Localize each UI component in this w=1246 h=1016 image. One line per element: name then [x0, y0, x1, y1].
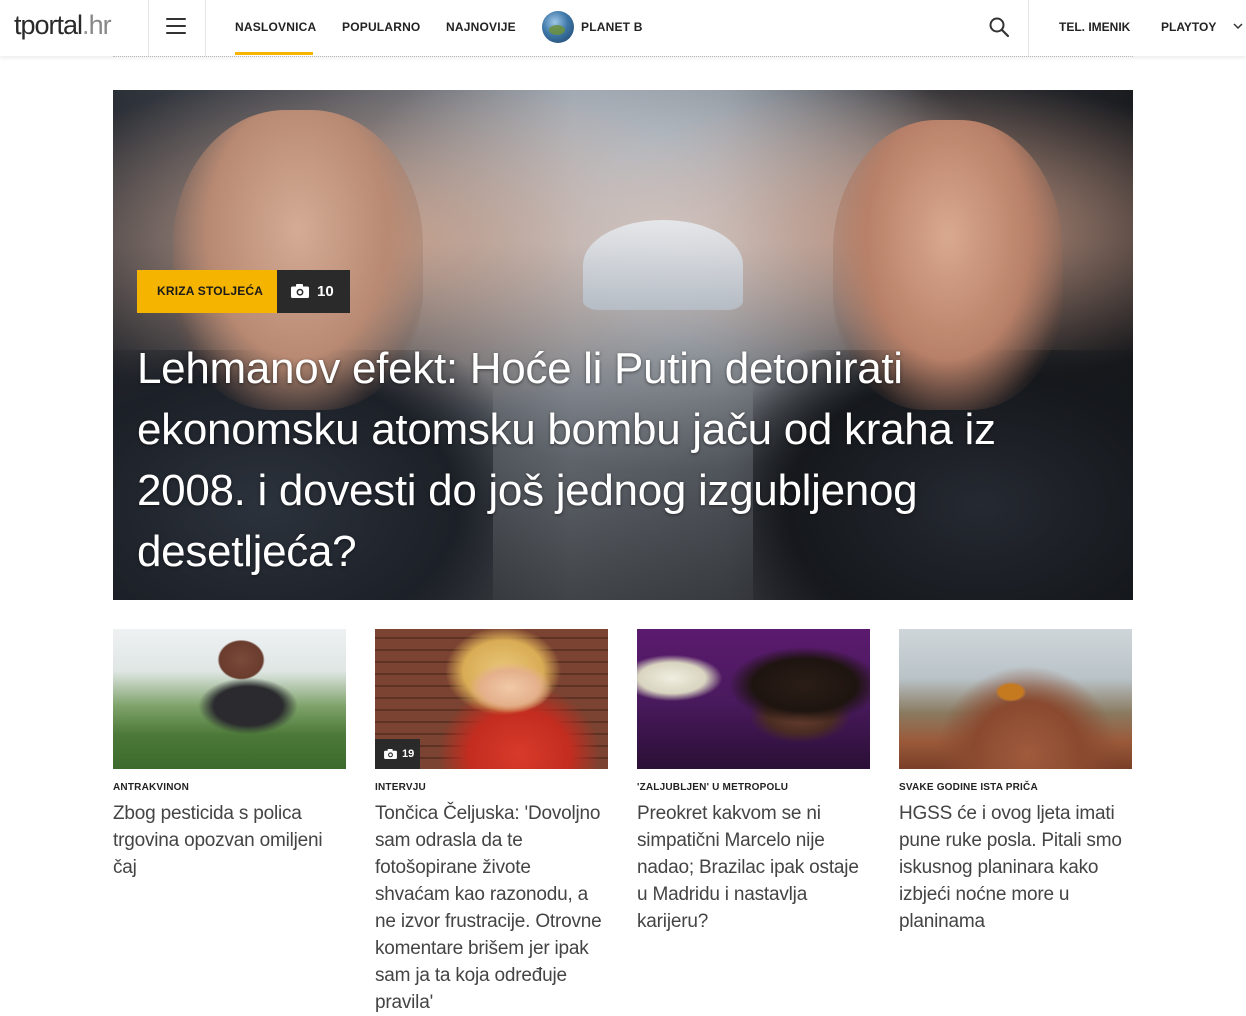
header-divider	[148, 0, 149, 56]
search-icon[interactable]	[988, 16, 1010, 38]
article-gallery-count: 19	[402, 748, 415, 760]
article-category[interactable]: INTERVJU	[375, 782, 608, 793]
nav-item-najnovije[interactable]: NAJNOVIJE	[446, 20, 516, 34]
nav-item-playtoy[interactable]: PLAYTOY	[1161, 20, 1216, 34]
header-divider	[1028, 0, 1029, 56]
article-card: ANTRAKVINON Zbog pesticida s polica trgo…	[113, 629, 346, 881]
header-divider	[205, 0, 206, 56]
chevron-down-icon[interactable]	[1232, 20, 1244, 32]
hero-image-part	[583, 220, 743, 310]
nav-item-popularno[interactable]: POPULARNO	[342, 20, 420, 34]
article-category[interactable]: ANTRAKVINON	[113, 782, 346, 793]
hero-article[interactable]: KRIZA STOLJEĆA 10 Lehmanov efekt: Hoće l…	[113, 90, 1133, 600]
nav-active-indicator	[235, 52, 313, 55]
article-card: 19 INTERVJU Tončica Čeljuska: 'Dovoljno …	[375, 629, 608, 1016]
article-thumbnail[interactable]	[899, 629, 1132, 769]
article-title[interactable]: Preokret kakvom se ni simpatični Marcelo…	[637, 800, 870, 935]
header-dotted-divider	[113, 56, 1133, 57]
hamburger-menu-icon[interactable]	[166, 18, 186, 34]
hero-category-badge[interactable]: KRIZA STOLJEĆA	[137, 270, 284, 313]
camera-icon	[291, 284, 309, 298]
article-card: 'ZALJUBLJEN' U METROPOLU Preokret kakvom…	[637, 629, 870, 935]
logo-main: tportal	[14, 10, 83, 40]
globe-icon[interactable]	[542, 11, 574, 43]
logo-tld: hr	[88, 10, 112, 40]
article-thumbnail[interactable]	[113, 629, 346, 769]
article-title[interactable]: Tončica Čeljuska: 'Dovoljno sam odrasla …	[375, 800, 608, 1016]
nav-item-planet-b[interactable]: PLANET B	[581, 20, 643, 34]
article-category[interactable]: 'ZALJUBLJEN' U METROPOLU	[637, 782, 870, 793]
hero-title[interactable]: Lehmanov efekt: Hoće li Putin detonirati…	[137, 338, 1097, 582]
article-thumbnail[interactable]	[637, 629, 870, 769]
site-logo[interactable]: tportal.hr	[14, 10, 112, 41]
article-category[interactable]: SVAKE GODINE ISTA PRIČA	[899, 782, 1132, 793]
hero-gallery-count: 10	[317, 283, 334, 300]
nav-item-tel-imenik[interactable]: TEL. IMENIK	[1059, 20, 1130, 34]
article-thumbnail[interactable]: 19	[375, 629, 608, 769]
article-gallery-badge[interactable]: 19	[375, 739, 420, 769]
site-header: tportal.hr NASLOVNICA POPULARNO NAJNOVIJ…	[0, 0, 1246, 56]
article-title[interactable]: Zbog pesticida s polica trgovina opozvan…	[113, 800, 346, 881]
article-card: SVAKE GODINE ISTA PRIČA HGSS će i ovog l…	[899, 629, 1132, 935]
hero-gallery-badge[interactable]: 10	[277, 270, 350, 313]
nav-item-naslovnica[interactable]: NASLOVNICA	[235, 20, 316, 34]
article-title[interactable]: HGSS će i ovog ljeta imati pune ruke pos…	[899, 800, 1132, 935]
camera-icon	[384, 749, 397, 759]
